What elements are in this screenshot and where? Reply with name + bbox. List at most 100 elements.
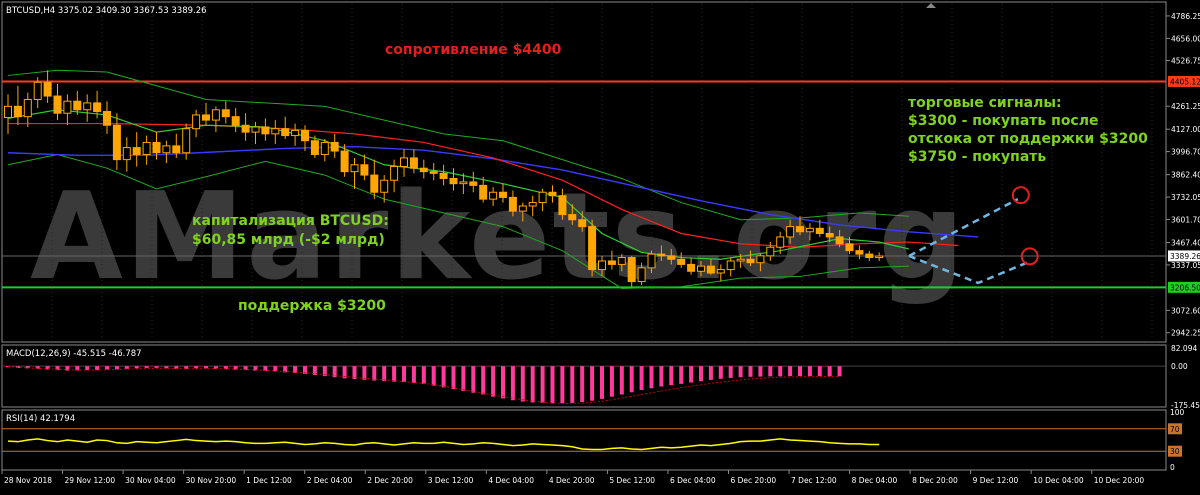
macd-bar	[699, 366, 703, 382]
macd-bar	[382, 366, 387, 382]
candle-bear	[677, 258, 686, 265]
candle-bull	[528, 202, 537, 207]
signals-title: торговые сигналы:	[908, 95, 1062, 111]
candle-bear	[815, 227, 824, 234]
candle-bull	[489, 191, 498, 200]
macd-bar	[124, 366, 129, 369]
candle-bull	[83, 102, 92, 111]
candle-bull	[271, 128, 280, 135]
candle-bear	[13, 105, 22, 118]
symbol-info: BTCUSD,H4 3375.02 3409.30 3367.53 3389.2…	[6, 6, 207, 16]
macd-bar	[431, 366, 436, 386]
macd-bar	[778, 366, 783, 377]
time-label: 10 Dec 20:00	[1094, 476, 1145, 485]
candle-bear	[429, 171, 438, 174]
capitalization-value: $60,85 млрд (-$2 млрд)	[192, 232, 385, 248]
candle-bear	[340, 150, 349, 173]
trading-terminal-chart[interactable]: AMarkets.org BTCUSD,H4 3375.02 3409.30 3…	[0, 0, 1200, 491]
candle-bull	[33, 81, 42, 100]
candle-bear	[53, 95, 62, 114]
candle-bull	[697, 265, 705, 272]
macd-bar	[788, 366, 793, 377]
price-tick-label: 4127.00	[1171, 125, 1200, 134]
price-tick-label: 3862.40	[1171, 171, 1200, 180]
macd-bar	[411, 366, 416, 383]
macd-bar	[441, 366, 446, 388]
candle-bear	[360, 164, 369, 176]
signal-line-2: отскока от поддержки $3200	[908, 131, 1148, 147]
candle-bear	[73, 100, 82, 111]
macd-bar	[144, 366, 149, 368]
macd-bar	[471, 366, 476, 393]
macd-bar	[659, 366, 664, 387]
time-label: 6 Dec 04:00	[670, 476, 716, 485]
candle-bear	[103, 111, 111, 126]
candle-bull	[617, 257, 626, 265]
macd-bar	[609, 366, 614, 397]
candle-bear	[301, 129, 309, 142]
candle-bear	[548, 191, 557, 197]
price-tick-label: 3732.05	[1171, 193, 1200, 202]
macd-bar	[758, 366, 763, 377]
resistance-label: сопротивление $4400	[385, 42, 562, 58]
time-label: 7 Dec 12:00	[791, 476, 837, 485]
macd-bar	[204, 366, 208, 369]
price-tick-label: 3996.70	[1171, 148, 1200, 157]
macd-bar	[134, 366, 139, 369]
macd-bar	[550, 366, 555, 404]
candle-bear	[657, 253, 666, 257]
candle-bull	[162, 145, 171, 154]
price-tag: 3206.50	[1170, 283, 1200, 292]
candle-bull	[380, 179, 389, 193]
candle-bull	[320, 141, 329, 155]
time-label: 30 Nov 20:00	[186, 476, 237, 485]
macd-bar	[481, 366, 486, 395]
rsi-tick-label: 100	[1170, 408, 1185, 417]
candle-bear	[746, 258, 755, 264]
macd-bar	[501, 366, 505, 399]
macd-bar	[639, 366, 644, 391]
candle-bear	[310, 140, 319, 155]
time-label: 1 Dec 12:00	[246, 476, 292, 485]
macd-bar	[590, 366, 595, 401]
chart-canvas[interactable]: AMarkets.org BTCUSD,H4 3375.02 3409.30 3…	[0, 0, 1200, 491]
candle-bull	[716, 269, 725, 274]
candle-bear	[172, 145, 181, 154]
macd-bar	[540, 366, 545, 403]
macd-bar	[194, 366, 199, 369]
candle-bull	[63, 100, 72, 114]
time-label: 10 Dec 04:00	[1033, 476, 1084, 485]
macd-bar	[402, 366, 406, 383]
candle-bull	[400, 157, 408, 167]
time-label: 8 Dec 20:00	[912, 476, 958, 485]
candle-bear	[112, 124, 121, 161]
candle-bear	[568, 214, 577, 221]
price-tick-label: 4526.75	[1171, 57, 1200, 66]
time-label: 30 Nov 04:00	[125, 476, 176, 485]
candle-bear	[152, 141, 161, 154]
candle-bull	[736, 258, 745, 262]
candle-bear	[370, 174, 379, 193]
time-label: 4 Dec 04:00	[488, 476, 534, 485]
candle-bull	[518, 205, 527, 212]
time-label: 6 Dec 20:00	[730, 476, 776, 485]
macd-label: MACD(12,26,9) -45.515 -46.787	[6, 349, 142, 359]
candle-bull	[192, 114, 201, 130]
candle-bear	[607, 260, 616, 265]
price-tick-label: 3337.05	[1171, 261, 1200, 270]
macd-bar	[510, 366, 515, 401]
macd-bar	[817, 366, 822, 377]
candle-bull	[291, 129, 300, 137]
macd-bar	[827, 366, 832, 377]
candle-bull	[538, 191, 547, 204]
candle-bear	[508, 196, 517, 212]
candle-bear	[93, 102, 102, 113]
macd-bar	[689, 366, 694, 383]
macd-bar	[570, 366, 575, 403]
time-label: 2 Dec 20:00	[367, 476, 413, 485]
price-tick-label: 4261.25	[1171, 102, 1200, 111]
macd-tick-label: 0.00	[1171, 362, 1188, 371]
price-axis[interactable]: 4786.25 4656.00 4526.75 4405.12 4261.25 4127.…	[1166, 12, 1200, 338]
candle-bull	[4, 105, 12, 119]
candle-bear	[43, 81, 52, 97]
